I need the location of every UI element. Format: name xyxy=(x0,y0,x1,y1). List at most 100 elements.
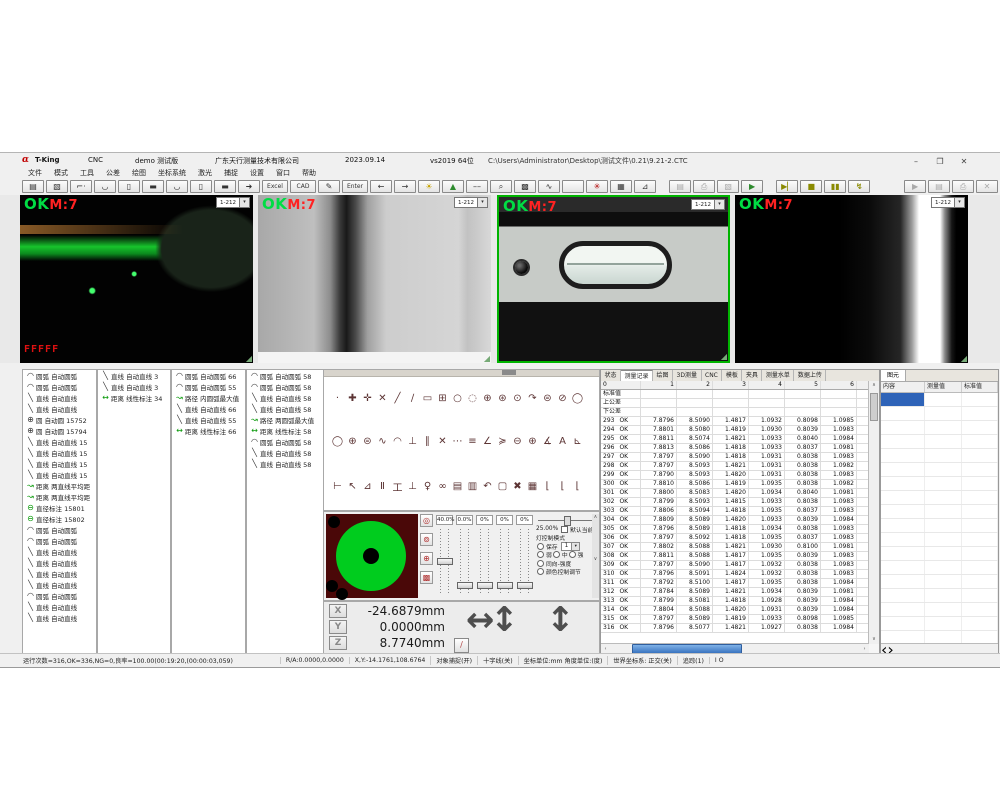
element-row[interactable] xyxy=(881,561,998,575)
palette-tool-icon[interactable]: ∡ xyxy=(540,434,555,449)
level-radio-中[interactable] xyxy=(553,551,560,558)
table-row[interactable]: 314OK7.88048.50881.48201.09310.80391.098… xyxy=(601,606,869,615)
print-button[interactable]: ⎙ xyxy=(693,180,715,193)
slider-thumb[interactable] xyxy=(564,516,571,526)
level-radio-弱[interactable] xyxy=(537,551,544,558)
default-mode-checkbox[interactable] xyxy=(561,526,568,533)
element-row[interactable] xyxy=(881,533,998,547)
table-row[interactable]: 295OK7.88118.50741.48211.09330.80401.098… xyxy=(601,435,869,444)
palette-tool-icon[interactable]: Ⅱ xyxy=(375,479,390,494)
chevron-down-icon[interactable]: ▾ xyxy=(714,200,724,209)
table-row[interactable]: 312OK7.87848.50891.48211.09340.80391.098… xyxy=(601,588,869,597)
x-axis-icon[interactable]: X xyxy=(329,604,347,618)
probe-button[interactable]: ⌐· xyxy=(70,180,92,193)
feature-list-item[interactable]: ↝路径 两圆弧最大值 xyxy=(247,414,329,425)
palette-tool-icon[interactable]: ✕ xyxy=(435,434,450,449)
palette-tool-icon[interactable]: ✚ xyxy=(345,391,360,406)
excel-export-button[interactable]: Excel xyxy=(262,180,288,193)
table-row[interactable]: 304OK7.88098.50891.48201.09330.80391.098… xyxy=(601,516,869,525)
palette-tool-icon[interactable]: ⌊ xyxy=(555,479,570,494)
menu-item-文件[interactable]: 文件 xyxy=(22,168,48,178)
element-row[interactable] xyxy=(881,519,998,533)
palette-tool-icon[interactable]: ✛ xyxy=(360,391,375,406)
table-row[interactable]: 298OK7.87978.50931.48211.09310.80381.098… xyxy=(601,462,869,471)
scroll-down-arrow-icon[interactable]: ∨ xyxy=(869,635,879,644)
palette-tool-icon[interactable]: ⊕ xyxy=(480,391,495,406)
feature-list-item[interactable]: ╲直线 自动直线 15 xyxy=(23,436,96,447)
table-row[interactable]: 301OK7.88008.50831.48201.09340.80401.098… xyxy=(601,489,869,498)
terrain-button[interactable]: ▲ xyxy=(442,180,464,193)
scroll-right-arrow-icon[interactable]: › xyxy=(860,646,869,652)
element-row[interactable] xyxy=(881,547,998,561)
results-vertical-scrollbar[interactable]: ∧ ∨ xyxy=(868,381,879,644)
palette-tool-icon[interactable]: ▦ xyxy=(525,479,540,494)
table-row[interactable]: 300OK7.88108.50861.48191.09350.80381.098… xyxy=(601,480,869,489)
feature-list-item[interactable]: ╲直线 自动直线 66 xyxy=(172,403,245,414)
feature-list-item[interactable]: ↝路径 内圆弧最大值 xyxy=(172,392,245,403)
table-row[interactable]: 316OK7.87968.50771.48211.09270.80381.098… xyxy=(601,624,869,633)
element-row[interactable] xyxy=(881,505,998,519)
scrollbar-thumb[interactable] xyxy=(870,393,878,421)
camera-view-4[interactable]: OKM:71-212▾◢ xyxy=(735,195,968,363)
element-row[interactable] xyxy=(881,477,998,491)
play-button[interactable]: ▶ xyxy=(741,180,763,193)
palette-tool-icon[interactable]: 工 xyxy=(390,479,405,494)
palette-tool-icon[interactable]: ⊜ xyxy=(360,434,375,449)
palette-tool-icon[interactable]: ◯ xyxy=(330,434,345,449)
curve-button[interactable]: ∿ xyxy=(538,180,560,193)
table-row[interactable]: 310OK7.87968.50911.48241.09320.80381.098… xyxy=(601,570,869,579)
pattern-button[interactable]: ▩ xyxy=(514,180,536,193)
table-row[interactable]: 308OK7.88118.50881.48171.09350.80391.098… xyxy=(601,552,869,561)
play-to-end-button[interactable]: ▶▏ xyxy=(776,180,798,193)
table-row[interactable]: 293OK7.87968.50901.48171.09320.80981.098… xyxy=(601,417,869,426)
slider-track[interactable] xyxy=(460,527,469,593)
close-button[interactable]: ✕ xyxy=(956,156,972,167)
palette-tool-icon[interactable]: ⊜ xyxy=(540,391,555,406)
beam-button[interactable]: ▯ xyxy=(118,180,140,193)
light-bank-combobox[interactable]: 1▾ xyxy=(561,542,581,551)
palette-tool-icon[interactable]: ⊖ xyxy=(510,434,525,449)
feature-list-item[interactable]: ╲直线 自动直线 15 xyxy=(23,469,96,480)
table-row[interactable]: 315OK7.87978.50891.48191.09330.80981.098… xyxy=(601,615,869,624)
feature-list-item[interactable]: ╲直线 自动直线 xyxy=(23,392,96,403)
feature-list-item[interactable]: ╲直线 自动直线 xyxy=(23,601,96,612)
feature-list-item[interactable]: ╲直线 自动直线 58 xyxy=(247,458,329,469)
menu-item-帮助[interactable]: 帮助 xyxy=(296,168,322,178)
block-right-button[interactable]: ▬ xyxy=(214,180,236,193)
table-row[interactable]: 313OK7.87998.50811.48181.09280.80391.098… xyxy=(601,597,869,606)
palette-tool-icon[interactable]: ∕ xyxy=(405,391,420,406)
palette-tool-icon[interactable]: ↖ xyxy=(345,479,360,494)
palette-tool-icon[interactable]: ⊥ xyxy=(405,434,420,449)
block-button[interactable]: ▬ xyxy=(142,180,164,193)
feature-list-item[interactable]: ◠圆弧 自动圆弧 xyxy=(23,524,96,535)
feature-list-item[interactable]: ╲直线 自动直线 xyxy=(23,568,96,579)
palette-tool-icon[interactable]: ⊾ xyxy=(570,434,585,449)
table-row[interactable]: 297OK7.87978.50901.48181.09310.80381.098… xyxy=(601,453,869,462)
open-button[interactable]: ▧ xyxy=(46,180,68,193)
feature-list-item[interactable]: ↝距离 两直线平均距 xyxy=(23,491,96,502)
table-row[interactable]: 303OK7.88068.50941.48181.09350.80371.098… xyxy=(601,507,869,516)
feature-list-item[interactable]: ╲直线 自动直线 58 xyxy=(247,392,329,403)
palette-tool-icon[interactable]: ∠ xyxy=(480,434,495,449)
light-channel-slider[interactable]: 0% xyxy=(516,515,533,593)
combo-arrow-icon[interactable]: ▾ xyxy=(571,543,579,550)
color-radio[interactable] xyxy=(537,568,544,575)
palette-handle[interactable] xyxy=(502,370,516,375)
palette-tool-icon[interactable]: ≽ xyxy=(495,434,510,449)
light-mode-button[interactable]: ⊕ xyxy=(420,552,433,565)
save-program-button[interactable]: ▤ xyxy=(669,180,691,193)
palette-tool-icon[interactable]: ⊕ xyxy=(345,434,360,449)
feature-list-item[interactable]: ╲直线 自动直线 58 xyxy=(247,447,329,458)
feature-list-item[interactable]: ╲直线 自动直线 15 xyxy=(23,447,96,458)
camera-selector-dropdown[interactable]: 1-212▾ xyxy=(454,197,488,208)
fixture-button[interactable]: ◡ xyxy=(94,180,116,193)
qr-grid-button[interactable]: ▦ xyxy=(610,180,632,193)
chevron-down-icon[interactable]: ▾ xyxy=(239,198,249,207)
save-disabled-button[interactable]: ▤ xyxy=(928,180,950,193)
camera-selector-dropdown[interactable]: 1-212▾ xyxy=(691,199,725,210)
palette-tool-icon[interactable]: · xyxy=(330,391,345,406)
slider-thumb[interactable] xyxy=(457,582,473,589)
menu-item-坐标系统[interactable]: 坐标系统 xyxy=(152,168,192,178)
table-row[interactable]: 311OK7.87928.51001.48171.09350.80381.098… xyxy=(601,579,869,588)
palette-tool-icon[interactable]: ⊿ xyxy=(360,479,375,494)
